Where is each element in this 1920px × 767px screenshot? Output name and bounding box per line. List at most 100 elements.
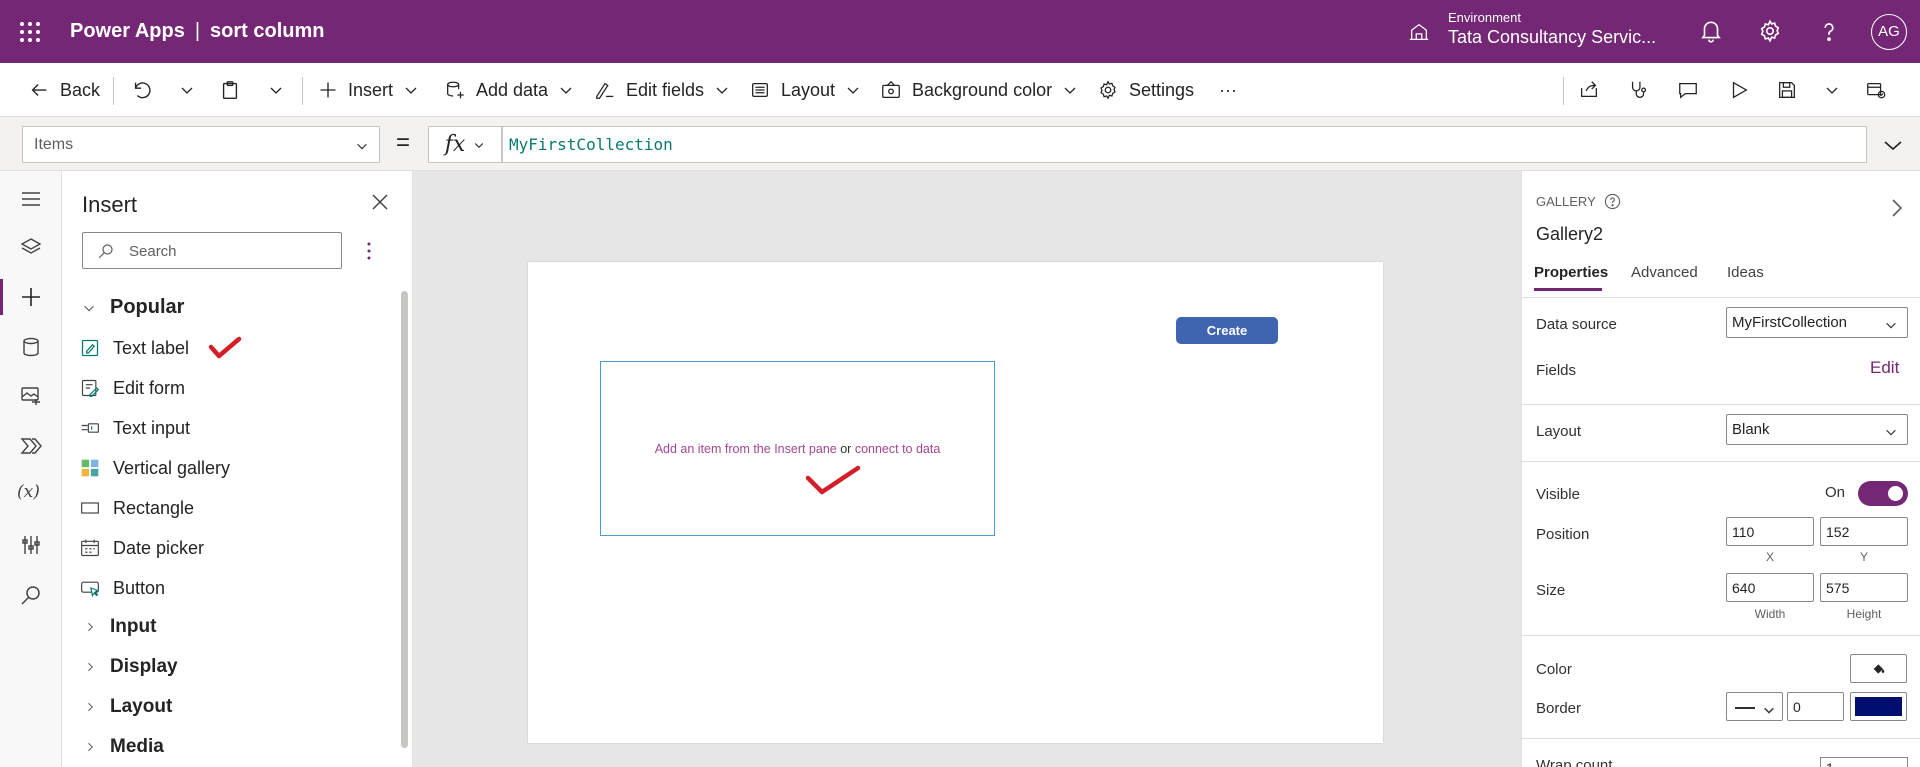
divider xyxy=(302,77,303,105)
canvas-area: Create Add an item from the Insert pane … xyxy=(413,171,1521,767)
color-picker-button[interactable] xyxy=(1850,654,1907,683)
group-popular-label: Popular xyxy=(110,296,185,318)
data-source-dropdown[interactable]: MyFirstCollection xyxy=(1726,307,1908,338)
media-icon[interactable] xyxy=(19,384,43,408)
tab-advanced[interactable]: Advanced xyxy=(1631,264,1698,281)
border-style-dropdown[interactable] xyxy=(1726,692,1783,721)
border-width-input[interactable]: 0 xyxy=(1787,692,1844,721)
comments-button[interactable] xyxy=(1677,76,1699,104)
search-icon[interactable] xyxy=(19,583,43,607)
help-circle-icon[interactable] xyxy=(1604,193,1621,210)
width-input[interactable]: 640 xyxy=(1726,573,1814,602)
wrap-count-input[interactable]: 1 xyxy=(1820,757,1908,767)
app-launcher-icon[interactable] xyxy=(20,22,40,42)
border-color-picker[interactable] xyxy=(1850,692,1907,721)
visible-toggle[interactable] xyxy=(1858,481,1908,506)
insert-button[interactable]: Insert xyxy=(318,76,419,104)
connect-data-link[interactable]: connect to data xyxy=(855,442,940,456)
position-y-input[interactable]: 152 xyxy=(1820,517,1908,546)
calendar-icon xyxy=(81,539,99,557)
insert-item-edit-form[interactable]: Edit form xyxy=(79,371,185,405)
position-x-input[interactable]: 110 xyxy=(1726,517,1814,546)
close-icon[interactable] xyxy=(370,192,390,212)
chevron-down-icon xyxy=(270,87,282,94)
fx-icon: fx xyxy=(444,132,466,157)
power-automate-icon[interactable] xyxy=(19,434,43,458)
active-indicator xyxy=(0,279,3,315)
app-checker-button[interactable] xyxy=(1628,76,1650,104)
insert-item-vertical-gallery[interactable]: Vertical gallery xyxy=(79,451,230,485)
group-input[interactable]: Input xyxy=(84,616,156,638)
app-screen[interactable]: Create Add an item from the Insert pane … xyxy=(528,262,1383,743)
property-selector[interactable]: Items xyxy=(22,126,380,163)
user-avatar[interactable]: AG xyxy=(1871,14,1907,50)
group-display[interactable]: Display xyxy=(84,656,178,678)
settings-button[interactable]: Settings xyxy=(1097,76,1194,104)
function-button[interactable]: fx xyxy=(428,126,502,163)
data-database-icon[interactable] xyxy=(19,335,43,359)
advanced-tools-icon[interactable] xyxy=(19,533,43,557)
layout-label: Layout xyxy=(781,79,836,100)
group-popular[interactable]: Popular xyxy=(82,296,184,319)
save-dropdown[interactable] xyxy=(1824,76,1840,104)
back-arrow-icon xyxy=(31,84,47,96)
create-button[interactable]: Create xyxy=(1176,317,1278,344)
undo-button[interactable] xyxy=(131,76,153,104)
control-name[interactable]: Gallery2 xyxy=(1536,224,1603,245)
x-caption: X xyxy=(1765,550,1774,564)
insert-item-text-label[interactable]: Text label xyxy=(79,331,243,365)
size-label: Size xyxy=(1536,582,1566,599)
group-layout[interactable]: Layout xyxy=(84,696,172,718)
notifications-icon[interactable] xyxy=(1698,18,1724,44)
environment-selector[interactable]: Environment Tata Consultancy Servic... xyxy=(1448,10,1656,48)
chevron-down-icon xyxy=(1764,707,1774,714)
edit-fields-link[interactable]: Edit xyxy=(1870,358,1899,378)
tree-view-layers-icon[interactable] xyxy=(19,235,43,259)
formula-input[interactable]: MyFirstCollection xyxy=(502,126,1867,163)
expand-formula-chevron-icon[interactable] xyxy=(1882,136,1904,154)
hamburger-menu-icon[interactable] xyxy=(19,187,43,211)
background-color-button[interactable]: Background color xyxy=(880,76,1078,104)
insert-pane-scrollbar[interactable] xyxy=(401,291,408,748)
chevron-right-icon[interactable] xyxy=(1890,197,1904,219)
publish-button[interactable] xyxy=(1865,76,1887,104)
group-media[interactable]: Media xyxy=(84,736,164,758)
insert-item-text-input[interactable]: Text input xyxy=(79,411,190,445)
insert-item-rectangle[interactable]: Rectangle xyxy=(79,491,194,525)
undo-icon xyxy=(134,82,151,99)
insert-item-button[interactable]: Button xyxy=(79,571,165,605)
add-data-button[interactable]: Add data xyxy=(444,76,574,104)
help-icon[interactable] xyxy=(1816,18,1842,44)
tab-properties[interactable]: Properties xyxy=(1534,264,1608,281)
y-caption: Y xyxy=(1859,550,1868,564)
group-label: Media xyxy=(110,736,164,757)
more-commands-button[interactable]: ··· xyxy=(1219,76,1237,104)
insert-search-input[interactable]: Search xyxy=(82,232,342,269)
paste-dropdown[interactable] xyxy=(268,76,284,104)
visible-state: On xyxy=(1825,484,1846,501)
gallery2-control[interactable]: Add an item from the Insert pane or conn… xyxy=(600,361,995,536)
environment-icon xyxy=(1409,23,1429,40)
save-button[interactable] xyxy=(1776,76,1798,104)
share-button[interactable] xyxy=(1578,76,1600,104)
tab-ideas[interactable]: Ideas xyxy=(1727,264,1764,281)
divider xyxy=(1522,297,1920,298)
database-add-icon xyxy=(447,81,464,99)
paste-button[interactable] xyxy=(219,76,241,104)
height-input[interactable]: 575 xyxy=(1820,573,1908,602)
settings-gear-icon[interactable] xyxy=(1757,18,1783,44)
edit-fields-button[interactable]: Edit fields xyxy=(594,76,730,104)
insert-item-date-picker[interactable]: Date picker xyxy=(79,531,204,565)
insert-pane-link[interactable]: Add an item from the Insert pane xyxy=(655,442,837,456)
document-name[interactable]: sort column xyxy=(210,20,324,42)
equals-sign: = xyxy=(396,129,411,156)
layout-dropdown[interactable]: Blank xyxy=(1726,414,1908,445)
layout-button[interactable]: Layout xyxy=(749,76,861,104)
undo-dropdown[interactable] xyxy=(179,76,195,104)
preview-play-button[interactable] xyxy=(1728,76,1750,104)
back-button[interactable]: Back xyxy=(28,76,100,104)
more-options-vertical-icon[interactable] xyxy=(366,242,372,260)
insert-plus-icon[interactable] xyxy=(19,285,43,309)
insert-item-label: Text label xyxy=(113,337,190,358)
variables-icon[interactable]: (x) xyxy=(17,482,47,506)
